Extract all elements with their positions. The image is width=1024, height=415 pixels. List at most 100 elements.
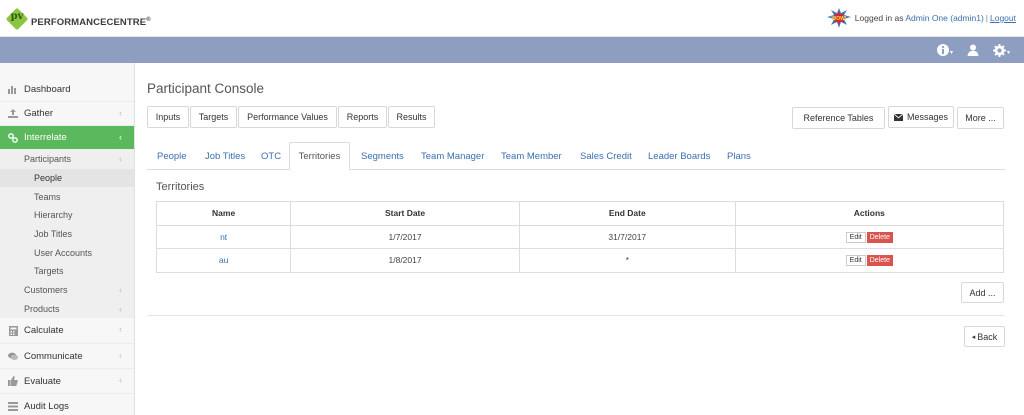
info-icon[interactable]: ▾ [936,40,953,60]
chat-icon [8,351,18,361]
chevron-left-icon: ‹ [119,350,122,361]
sidebar-item-label: Customers [24,285,68,296]
sidebar-item-gather[interactable]: Gather ‹ [0,102,134,126]
chevron-left-icon: ‹ [119,303,122,314]
sidebar-item-label: Calculate [24,325,64,337]
sidebar-item-label: Interrelate [24,132,67,143]
territories-table: Name Start Date End Date Actions nt 1/7/… [155,201,1005,273]
sidebar-item-label: Targets [34,266,64,277]
upload-icon [8,109,18,119]
back-button[interactable]: ◂ Back [964,326,1005,347]
add-button[interactable]: Add ... [961,282,1004,303]
sidebar-item-calculate[interactable]: Calculate ‹ [0,318,134,345]
column-header-end-date[interactable]: End Date [518,201,736,226]
column-header-actions: Actions [734,201,1005,226]
reports-button[interactable]: Reports [338,106,387,128]
section-title: Territories [156,181,205,193]
logo[interactable]: pv PERFORMANCECENTRE® [5,6,151,32]
actions-cell: Edit Delete [734,248,1005,273]
territory-name-link[interactable]: au [219,255,228,265]
envelope-icon [893,113,903,121]
tab-sales-credit[interactable]: Sales Credit [580,142,632,170]
tab-segments[interactable]: Segments [361,142,404,170]
calculator-icon [8,325,18,336]
tab-plans[interactable]: Plans [727,142,751,170]
more-button[interactable]: More ... [957,107,1004,129]
name-cell: au [155,248,292,273]
list-icon [8,401,18,411]
sidebar-item-label: Teams [34,191,61,202]
start-date-cell: 1/7/2017 [290,224,520,249]
messages-button[interactable]: Messages [888,106,954,128]
edit-button[interactable]: Edit [845,255,866,267]
sidebar-item-targets[interactable]: Targets [0,262,134,281]
sidebar-item-teams[interactable]: Teams [0,187,134,206]
tab-territories[interactable]: Territories [289,142,350,170]
chevron-left-icon: ‹ [119,108,122,118]
chart-icon [8,85,18,95]
tab-team-member[interactable]: Team Member [501,142,562,170]
sidebar-item-products[interactable]: Products ‹ [0,300,134,319]
end-date-cell: * [518,248,736,273]
tab-bar: People Job Titles OTC Territories Segmen… [147,142,1005,170]
sidebar-item-hierarchy[interactable]: Hierarchy [0,206,134,225]
gear-icon[interactable]: ▾ [992,40,1010,60]
delete-button[interactable]: Delete [866,255,893,267]
performance-values-button[interactable]: Performance Values [238,106,337,128]
user-box: WOW! Logged in as Admin One (admin1) | Log… [826,8,1016,28]
sidebar-item-label: Dashboard [24,84,71,95]
actions-cell: Edit Delete [734,224,1005,249]
navbar: ▾ ▾ [0,37,1024,63]
edit-button[interactable]: Edit [845,231,866,243]
sidebar-item-user-accounts[interactable]: User Accounts [0,243,134,262]
sidebar-submenu: Participants ‹ People Teams Hierarchy Job… [0,150,134,319]
sidebar-item-people[interactable]: People [0,168,134,188]
wow-badge-icon: WOW! [826,8,851,28]
table-header-row: Name Start Date End Date Actions [155,201,1005,226]
column-header-name[interactable]: Name [155,201,292,226]
logo-text-label: PERFORMANCECENTRE [31,17,147,29]
tab-job-titles[interactable]: Job Titles [205,142,245,170]
chevron-left-icon: ‹ [119,324,122,335]
start-date-cell: 1/8/2017 [290,248,520,273]
thumbs-up-icon [8,376,18,387]
inputs-button[interactable]: Inputs [147,106,189,128]
sidebar-item-evaluate[interactable]: Evaluate ‹ [0,369,134,395]
chevron-left-icon: ‹ [119,285,122,296]
sidebar-item-label: People [34,173,63,184]
sidebar-item-label: Evaluate [24,375,61,387]
login-status: Logged in as Admin One (admin1) | Logout [855,13,1016,23]
territory-name-link[interactable]: nt [220,232,227,242]
sidebar-item-label: Hierarchy [34,210,73,221]
tab-team-manager[interactable]: Team Manager [421,142,484,170]
sidebar-item-participants[interactable]: Participants ‹ [0,150,134,169]
results-button[interactable]: Results [388,106,435,128]
sidebar-item-label: Participants [24,154,72,165]
targets-button[interactable]: Targets [190,106,237,128]
sidebar-item-customers[interactable]: Customers ‹ [0,281,134,300]
tab-leader-boards[interactable]: Leader Boards [648,142,710,170]
tab-otc[interactable]: OTC [261,142,281,170]
sidebar-item-label: Products [24,303,60,314]
column-header-start-date[interactable]: Start Date [290,201,520,226]
sidebar-item-communicate[interactable]: Communicate ‹ [0,344,134,370]
back-label: Back [977,331,998,342]
logo-mark: pv [5,7,29,31]
logout-link[interactable]: Logout [990,13,1016,23]
user-icon[interactable] [967,40,979,60]
sidebar-item-label: User Accounts [34,247,93,258]
sidebar-item-interrelate[interactable]: Interrelate ‹ [0,126,134,150]
tab-people[interactable]: People [157,142,187,170]
sidebar-item-audit-logs[interactable]: Audit Logs [0,394,134,415]
sidebar-item-dashboard[interactable]: Dashboard [0,78,134,102]
login-prefix: Logged in as [854,13,906,23]
reference-tables-button[interactable]: Reference Tables [792,107,885,129]
user-name-link[interactable]: Admin One (admin1) [905,13,983,23]
caret-left-icon: ◂ [971,333,976,341]
top-header: pv PERFORMANCECENTRE® WOW! Logged in as … [0,0,1024,37]
name-cell: nt [155,224,292,249]
chevron-left-icon: ‹ [119,154,122,165]
end-date-cell: 31/7/2017 [518,224,736,249]
sidebar-item-job-titles[interactable]: Job Titles [0,225,134,244]
delete-button[interactable]: Delete [866,231,893,243]
